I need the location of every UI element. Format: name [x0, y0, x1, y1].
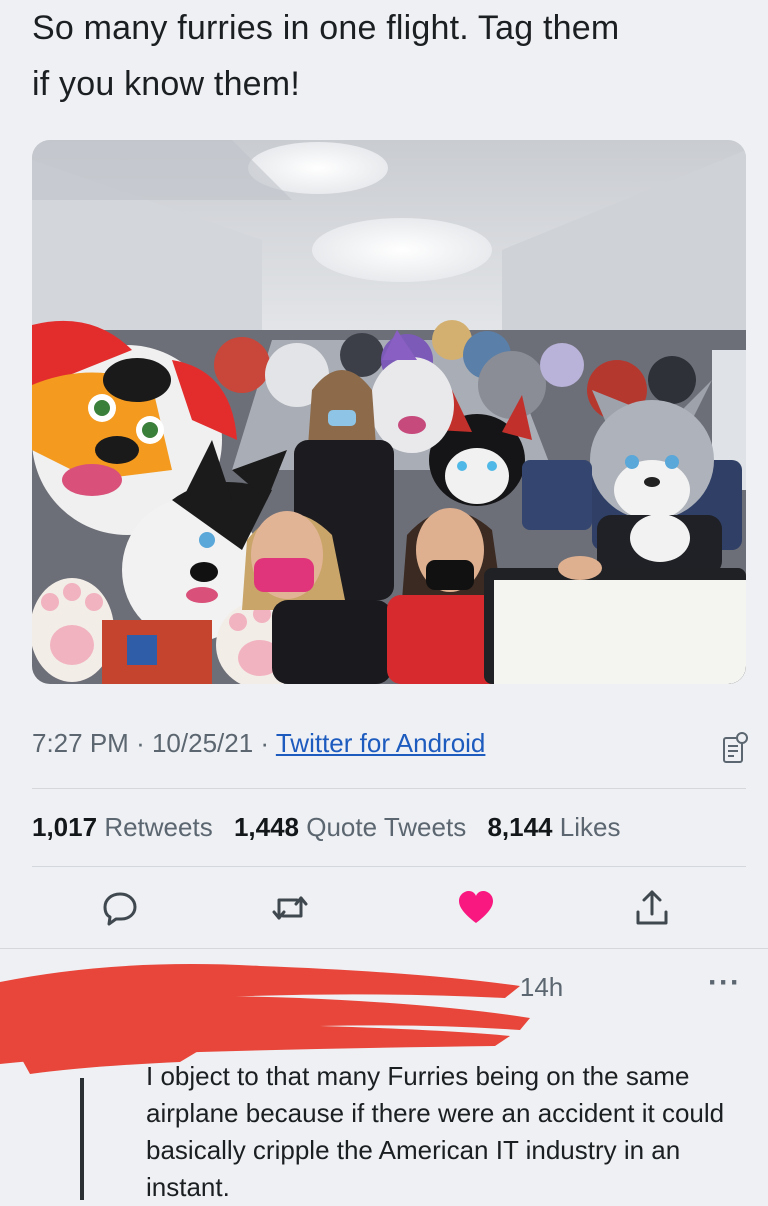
retweets-count[interactable]: 1,017	[32, 812, 97, 842]
divider	[32, 788, 746, 789]
quote-tweets-count[interactable]: 1,448	[234, 812, 299, 842]
meta-separator: ·	[136, 728, 145, 758]
tweet-meta: 7:27 PM · 10/25/21 · Twitter for Android	[32, 728, 485, 759]
quote-tweets-label[interactable]: Quote Tweets	[306, 812, 466, 842]
likes-count[interactable]: 8,144	[487, 812, 552, 842]
retweet-icon[interactable]	[270, 888, 310, 928]
meta-separator: ·	[260, 728, 270, 758]
retweets-label[interactable]: Retweets	[104, 812, 212, 842]
reply-icon[interactable]	[100, 888, 140, 928]
share-icon[interactable]	[632, 888, 672, 928]
divider	[32, 866, 746, 867]
heart-icon[interactable]	[456, 888, 496, 928]
tweet-source-link[interactable]: Twitter for Android	[276, 728, 486, 758]
more-options-icon[interactable]: ···	[708, 966, 741, 1000]
reply-avatar[interactable]	[56, 990, 120, 1066]
tweet-photo[interactable]	[32, 140, 746, 684]
reply-timestamp: · 14h	[504, 972, 564, 1002]
analytics-icon[interactable]	[722, 730, 748, 766]
tweet-text: So many furries in one flight. Tag them …	[32, 9, 620, 103]
likes-label[interactable]: Likes	[560, 812, 621, 842]
airplane-cabin-photo	[32, 140, 746, 684]
tweet-time: 7:27 PM	[32, 728, 129, 758]
reply-text: I object to that many Furries being on t…	[146, 1061, 725, 1202]
tweet-date: 10/25/21	[151, 728, 254, 758]
thread-line	[80, 1078, 84, 1200]
tweet-stats: 1,017 Retweets 1,448 Quote Tweets 8,144 …	[32, 812, 620, 843]
divider	[0, 948, 768, 949]
